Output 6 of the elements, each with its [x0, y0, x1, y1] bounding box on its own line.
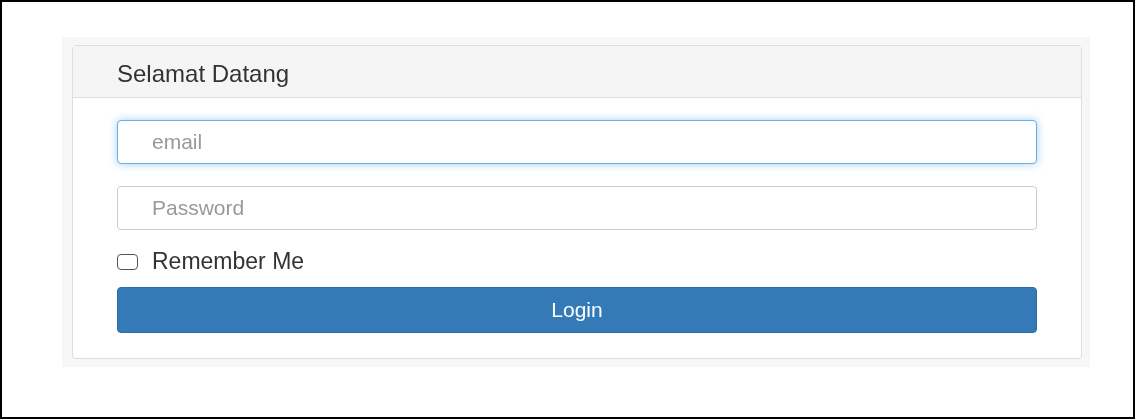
remember-label: Remember Me — [152, 250, 305, 273]
password-field[interactable]: Password — [117, 186, 1037, 230]
remember-checkbox[interactable] — [117, 253, 138, 270]
panel-title: Selamat Datang — [117, 60, 290, 87]
email-field[interactable]: email — [117, 120, 1037, 164]
login-button[interactable]: Login — [117, 287, 1037, 333]
